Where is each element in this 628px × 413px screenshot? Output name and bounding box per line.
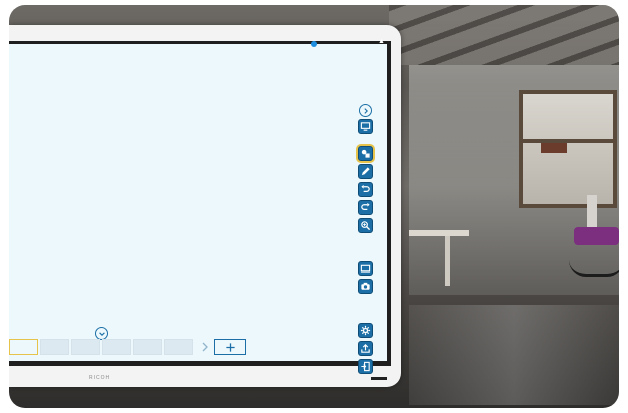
camera-icon [361,282,370,290]
screen-icon [360,264,371,273]
export-button[interactable] [358,341,373,356]
page-thumbnail[interactable] [164,339,193,355]
next-page-button[interactable] [199,341,211,353]
page-thumbnail[interactable] [40,339,69,355]
capture-button[interactable] [358,279,373,294]
office-chair-base [569,260,619,277]
office-chair-back [587,195,597,229]
pen-button[interactable] [358,164,373,179]
whiteboard-canvas[interactable] [9,44,350,361]
office-table [409,230,469,236]
office-ceiling [389,5,619,65]
interactive-whiteboard: ▲ RICOH [9,25,401,387]
power-indicator [371,377,387,380]
status-dot [311,41,317,47]
gear-icon [360,325,371,336]
screen-button[interactable] [358,261,373,276]
office-window [519,90,617,208]
brand-logo: RICOH [89,375,111,381]
screen-bezel: ▲ [9,38,391,374]
caret-up-icon: ▲ [378,38,385,45]
office-shelf [541,143,567,153]
expand-toolbar-button[interactable] [359,104,372,117]
screenshot-frame: ▲ RICOH [9,5,619,408]
office-table-leg [445,236,450,286]
page-thumbnail[interactable] [102,339,131,355]
chevron-down-circle-icon [98,331,105,336]
redo-icon [361,202,370,210]
monitor-icon [360,122,371,131]
page-thumbnail[interactable] [71,339,100,355]
add-page-button[interactable] [214,339,246,355]
display-button[interactable] [358,119,373,134]
page-thumbnail[interactable] [9,339,38,355]
shapes-button[interactable] [358,146,373,161]
pen-icon [361,167,370,176]
settings-button[interactable] [358,323,373,338]
office-floor [409,305,619,405]
shapes-icon [361,149,370,158]
zoom-button[interactable] [358,218,373,233]
office-chair-seat [574,227,619,245]
exit-icon [361,361,370,372]
chevron-right-circle-icon [363,107,368,114]
undo-button[interactable] [358,182,373,197]
redo-button[interactable] [358,200,373,215]
zoom-icon [361,221,371,231]
undo-icon [361,184,370,192]
exit-button[interactable] [358,359,373,374]
page-thumbnail[interactable] [133,339,162,355]
export-icon [361,343,370,353]
plus-icon [225,342,235,352]
